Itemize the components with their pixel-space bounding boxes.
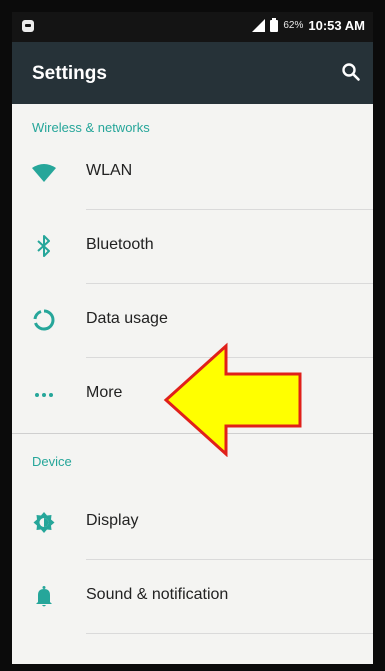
notification-icon (22, 20, 34, 32)
data-usage-icon (33, 309, 55, 331)
status-bar: 62% 10:53 AM (12, 12, 373, 42)
page-title: Settings (32, 63, 107, 84)
divider (86, 633, 373, 634)
phone-screen: 62% 10:53 AM Settings Wireless & network… (12, 12, 373, 664)
settings-item-label: WLAN (86, 162, 133, 179)
settings-item-label: More (86, 384, 123, 401)
more-icon (35, 393, 53, 397)
section-header-wireless: Wireless & networks (32, 120, 150, 135)
arrow-left-icon (163, 342, 302, 457)
brightness-icon (33, 512, 55, 533)
settings-item-label: Data usage (86, 310, 168, 327)
settings-item-sound[interactable]: Sound & notification (12, 559, 373, 633)
search-icon[interactable] (341, 62, 361, 82)
settings-item-wlan[interactable]: WLAN (12, 135, 373, 209)
battery-icon (270, 17, 279, 32)
section-header-device: Device (32, 454, 72, 469)
settings-item-bluetooth[interactable]: Bluetooth (12, 209, 373, 283)
settings-item-label: Sound & notification (86, 586, 229, 603)
status-indicators: 62% 10:53 AM (252, 17, 365, 33)
bluetooth-icon (37, 235, 50, 257)
signal-icon (252, 19, 266, 32)
settings-item-label: Display (86, 512, 139, 529)
clock: 10:53 AM (308, 18, 365, 33)
bell-icon (36, 586, 52, 607)
wifi-icon (32, 164, 56, 182)
settings-item-display[interactable]: Display (12, 485, 373, 559)
settings-item-label: Bluetooth (86, 236, 154, 253)
battery-percent: 62% (283, 20, 304, 31)
app-bar: Settings (12, 42, 373, 104)
